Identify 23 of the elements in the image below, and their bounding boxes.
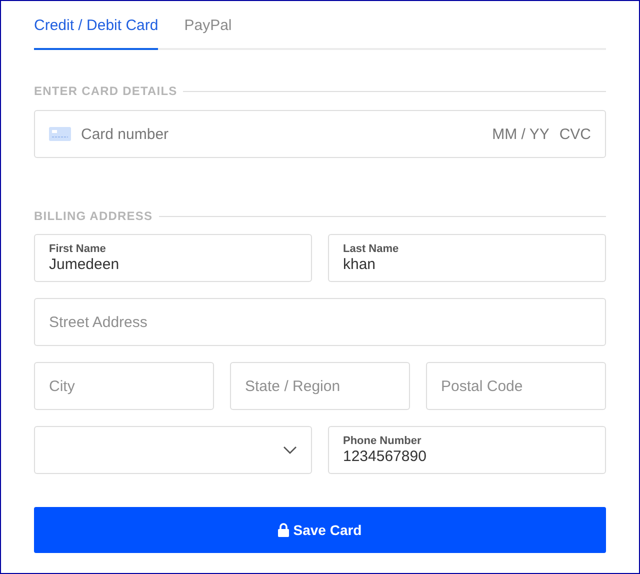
input-field[interactable]: Street Address (34, 298, 606, 346)
lock-icon (278, 523, 290, 537)
input-field[interactable]: Phone Number 1234567890 (328, 426, 606, 474)
input-field[interactable]: Postal Code (426, 362, 606, 410)
select-field[interactable] (34, 426, 312, 474)
tab[interactable]: Credit / Debit Card (34, 17, 158, 50)
field-value: 1234567890 (343, 448, 426, 465)
input-field[interactable]: State / Region (230, 362, 410, 410)
save-card-button[interactable]: Save Card (34, 507, 606, 553)
credit-card-icon (49, 127, 71, 141)
field-value: Jumedeen (49, 256, 120, 273)
tab[interactable]: PayPal (184, 17, 232, 50)
section-title: ENTER CARD DETAILS (34, 84, 178, 98)
input-field[interactable]: Last Name khan (328, 234, 606, 282)
input-field[interactable]: First Name Jumedeen (34, 234, 312, 282)
field-label: Phone Number (343, 435, 422, 447)
section-title: BILLING ADDRESS (34, 209, 153, 223)
field-label: First Name (49, 243, 107, 255)
field-label: Last Name (343, 243, 399, 255)
field-value: khan (343, 256, 377, 273)
chevron-down-icon (283, 446, 297, 454)
input-field[interactable]: City (34, 362, 214, 410)
card-input-field[interactable]: Card number MM / YY CVC (34, 110, 606, 158)
